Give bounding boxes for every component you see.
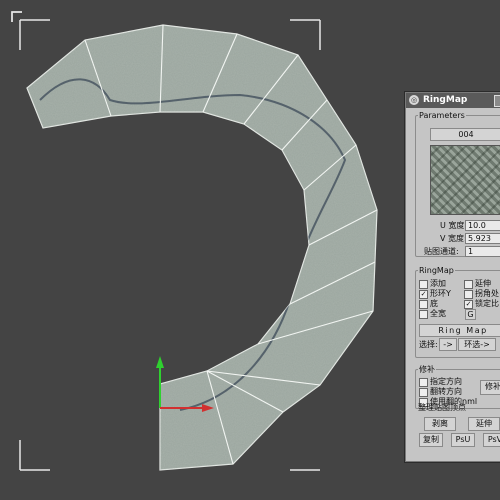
select-ring-button[interactable]: 环选-> [458, 338, 496, 351]
texture-swatch[interactable] [430, 145, 500, 215]
option-add-label: 添加 [430, 279, 446, 288]
extend-button[interactable]: 延伸 [468, 417, 500, 431]
option-g-button[interactable]: G [465, 309, 476, 320]
option-extend-checkbox[interactable] [464, 280, 473, 289]
map-channel-field[interactable]: 1 [465, 246, 500, 257]
ring-map-button[interactable]: Ring Map [419, 324, 500, 337]
option-corner-label: 拐角处 [475, 289, 499, 298]
ringmap-group-label: RingMap [418, 266, 455, 275]
option-lock-ratio-label: 锁定比 [475, 299, 499, 308]
option-ring-y-label: 形环Y [430, 289, 451, 298]
copy-button[interactable]: 复制 [419, 433, 443, 447]
panel-title: RingMap [423, 95, 468, 105]
vertices-group-label: 整理贴图顶点 [418, 403, 466, 412]
option-full-width-checkbox[interactable] [419, 310, 428, 319]
option-lock-ratio-checkbox[interactable]: ✓ [464, 300, 473, 309]
specify-direction-checkbox[interactable] [419, 378, 428, 387]
select-arrow-button[interactable]: -> [439, 338, 457, 351]
psu-button[interactable]: PsU [451, 433, 475, 447]
map-channel-label: 贴图通道: [424, 247, 459, 256]
fix-button[interactable]: 修补 [480, 380, 500, 395]
peel-button[interactable]: 剥离 [424, 417, 456, 431]
option-bottom-checkbox[interactable] [419, 300, 428, 309]
option-full-width-label: 全宽 [430, 309, 446, 318]
v-width-field[interactable]: 5.923 [465, 233, 500, 244]
material-button[interactable]: 004 [430, 128, 500, 141]
specify-direction-label: 指定方向 [430, 377, 462, 386]
option-bottom-label: 底 [430, 299, 438, 308]
option-ring-y-checkbox[interactable]: ✓ [419, 290, 428, 299]
v-width-label: V 宽度: [440, 234, 467, 243]
u-width-label: U 宽度: [440, 221, 468, 230]
close-icon[interactable] [494, 95, 500, 107]
option-add-checkbox[interactable] [419, 280, 428, 289]
u-width-field[interactable]: 10.0 [465, 220, 500, 231]
correction-group-label: 修补 [418, 365, 436, 374]
psv-button[interactable]: PsV [483, 433, 500, 447]
select-label: 选择: [419, 340, 438, 349]
flip-direction-checkbox[interactable] [419, 388, 428, 397]
parameters-label: Parameters [418, 111, 466, 120]
panel-titlebar[interactable]: ◎ RingMap [406, 93, 500, 108]
ringmap-icon: ◎ [409, 95, 419, 105]
flip-direction-label: 翻转方向 [430, 387, 462, 396]
option-corner-checkbox[interactable] [464, 290, 473, 299]
option-extend-label: 延伸 [475, 279, 491, 288]
ringmap-panel: ◎ RingMap Parameters 004 U 宽度: 10.0 V 宽度… [405, 92, 500, 462]
